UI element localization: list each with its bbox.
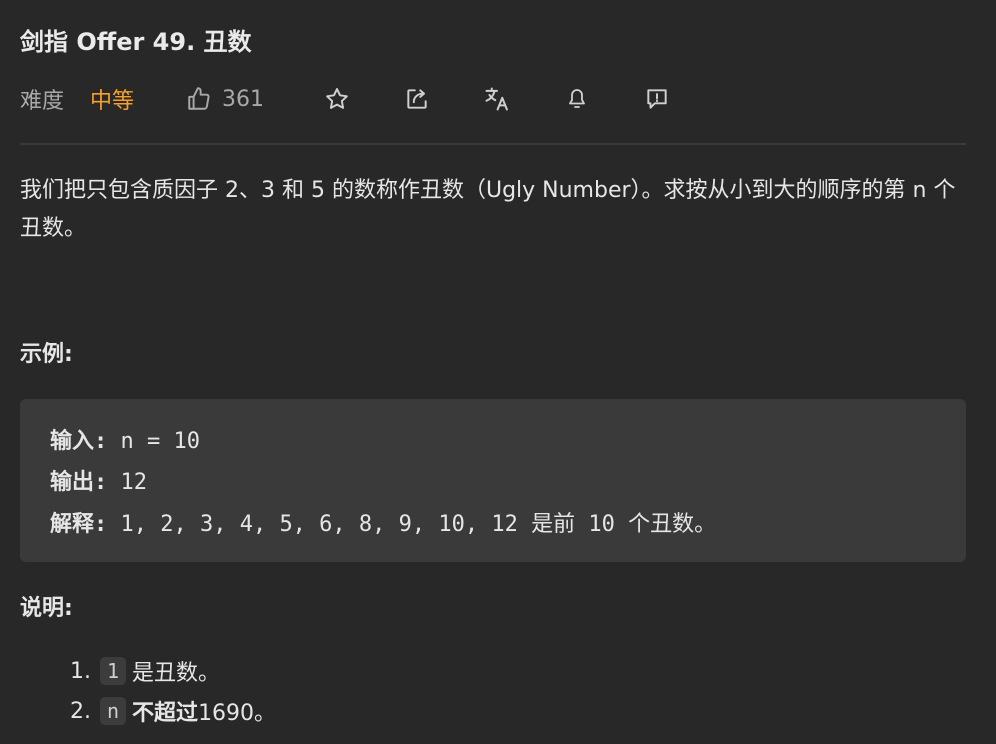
input-value: n = 10	[120, 429, 200, 454]
list-item: 1. 1 是丑数。	[70, 652, 276, 690]
note-text: 是丑数。	[132, 661, 221, 686]
problem-title: 剑指 Offer 49. 丑数	[20, 28, 252, 56]
note-tail-text: 1690。	[198, 701, 277, 726]
like-count: 361	[222, 86, 264, 112]
note-bold-text: 不超过	[132, 701, 199, 726]
notification-button[interactable]	[560, 82, 594, 116]
notes-list: 1. 1 是丑数。 2. n 不超过 1690。	[70, 652, 276, 732]
inline-code: n	[100, 697, 127, 725]
list-number: 1.	[70, 658, 91, 684]
translate-button[interactable]	[480, 82, 514, 116]
toolbar-divider	[20, 143, 966, 145]
difficulty-value: 中等	[90, 89, 135, 114]
list-item: 2. n 不超过 1690。	[70, 692, 276, 730]
feedback-button[interactable]	[640, 82, 674, 116]
problem-description: 我们把只包含质因子 2、3 和 5 的数称作丑数（Ugly Number）。求按…	[20, 178, 956, 241]
example-heading: 示例:	[20, 342, 73, 367]
problem-page: 剑指 Offer 49. 丑数 难度 中等 361 我们把只包含质因子 2、3 …	[0, 0, 996, 744]
star-icon	[324, 86, 350, 112]
example-explain-line: 解释: 1, 2, 3, 4, 5, 6, 8, 9, 10, 12 是前 10…	[50, 506, 716, 538]
explain-value: 1, 2, 3, 4, 5, 6, 8, 9, 10, 12 是前 10 个丑数…	[120, 512, 717, 537]
bell-icon	[565, 87, 589, 111]
problem-toolbar: 难度 中等 361	[20, 82, 966, 116]
favorite-button[interactable]	[320, 82, 354, 116]
difficulty-label: 难度	[20, 89, 65, 114]
inline-code: 1	[100, 657, 127, 685]
output-value: 12	[120, 470, 148, 495]
example-input-line: 输入: n = 10	[50, 423, 200, 455]
example-output-line: 输出: 12	[50, 464, 147, 496]
feedback-icon	[644, 86, 670, 112]
list-number: 2.	[70, 698, 91, 724]
notes-heading: 说明:	[20, 596, 73, 621]
share-icon	[404, 86, 430, 112]
output-label: 输出:	[50, 470, 108, 495]
translate-icon	[483, 85, 511, 113]
example-code-block: 输入: n = 10 输出: 12 解释: 1, 2, 3, 4, 5, 6, …	[20, 399, 966, 562]
input-label: 输入:	[50, 429, 108, 454]
thumb-up-icon	[186, 86, 212, 112]
explain-label: 解释:	[50, 512, 108, 537]
share-button[interactable]	[400, 82, 434, 116]
like-button[interactable]: 361	[186, 82, 264, 116]
